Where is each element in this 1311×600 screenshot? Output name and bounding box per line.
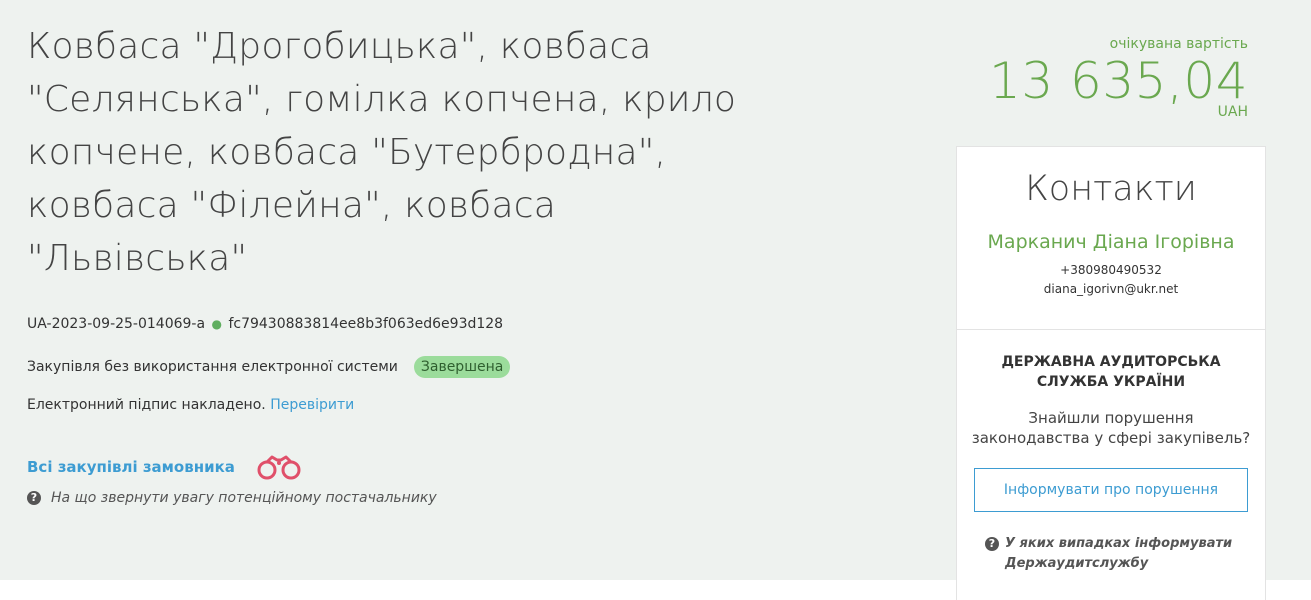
question-circle-icon: ? [27, 491, 41, 505]
binoculars-icon[interactable] [255, 454, 303, 480]
contact-email: diana_igorivn@ukr.net [1043, 282, 1179, 296]
contact-name: Марканич Діана Ігорівна [987, 231, 1235, 253]
all-purchases-link[interactable]: Всі закупівлі замовника [27, 458, 235, 476]
procurement-method: Закупівля без використання електронної с… [27, 359, 398, 375]
tender-identifiers: UA-2023-09-25-014069-a ● fc79430883814ee… [27, 316, 503, 332]
expected-price: очікувана вартість 13 635,04 UAH [989, 36, 1248, 120]
contact-phone: +380980490532 [1060, 263, 1162, 277]
separator-dot-icon: ● [211, 317, 222, 331]
procurement-method-row: Закупівля без використання електронної с… [27, 356, 511, 378]
audit-hint-text: У яких випадках інформувати Держаудитслуж… [1005, 536, 1233, 571]
contacts-section: Контакти Марканич Діана Ігорівна +380980… [957, 147, 1265, 330]
price-label: очікувана вартість [1109, 36, 1248, 52]
sidebar-card: Контакти Марканич Діана Ігорівна +380980… [956, 146, 1266, 600]
audit-question: Знайшли порушення законодавства у сфері з… [971, 409, 1251, 447]
status-badge: Завершена [413, 356, 511, 378]
question-circle-icon: ? [985, 537, 999, 551]
tender-header: Ковбаса "Дрогобицька", ковбаса "Селянськ… [27, 20, 737, 285]
report-violation-button[interactable]: Інформувати про порушення [974, 468, 1248, 512]
supplier-hint-text: На що звернути увагу потенційному постач… [51, 490, 437, 506]
audit-section: ДЕРЖАВНА АУДИТОРСЬКА СЛУЖБА УКРАЇНИ Знайш… [957, 330, 1265, 574]
tender-id: UA-2023-09-25-014069-a [27, 316, 206, 332]
verify-signature-link[interactable]: Перевірити [270, 397, 354, 413]
supplier-hint-row[interactable]: ? На що звернути увагу потенційному пост… [27, 490, 437, 506]
contacts-title: Контакти [1025, 169, 1197, 209]
audit-title: ДЕРЖАВНА АУДИТОРСЬКА СЛУЖБА УКРАЇНИ [1001, 354, 1221, 390]
price-value: 13 635,04 [989, 52, 1248, 110]
all-purchases-row: Всі закупівлі замовника [27, 454, 303, 480]
tender-title: Ковбаса "Дрогобицька", ковбаса "Селянськ… [27, 26, 737, 279]
signature-row: Електронний підпис накладено. Перевірити [27, 397, 354, 413]
signature-text: Електронний підпис накладено. [27, 397, 266, 413]
audit-hint-row[interactable]: ? У яких випадках інформувати Держаудитсл… [957, 534, 1265, 574]
tender-hash: fc79430883814ee8b3f063ed6e93d128 [228, 316, 504, 332]
